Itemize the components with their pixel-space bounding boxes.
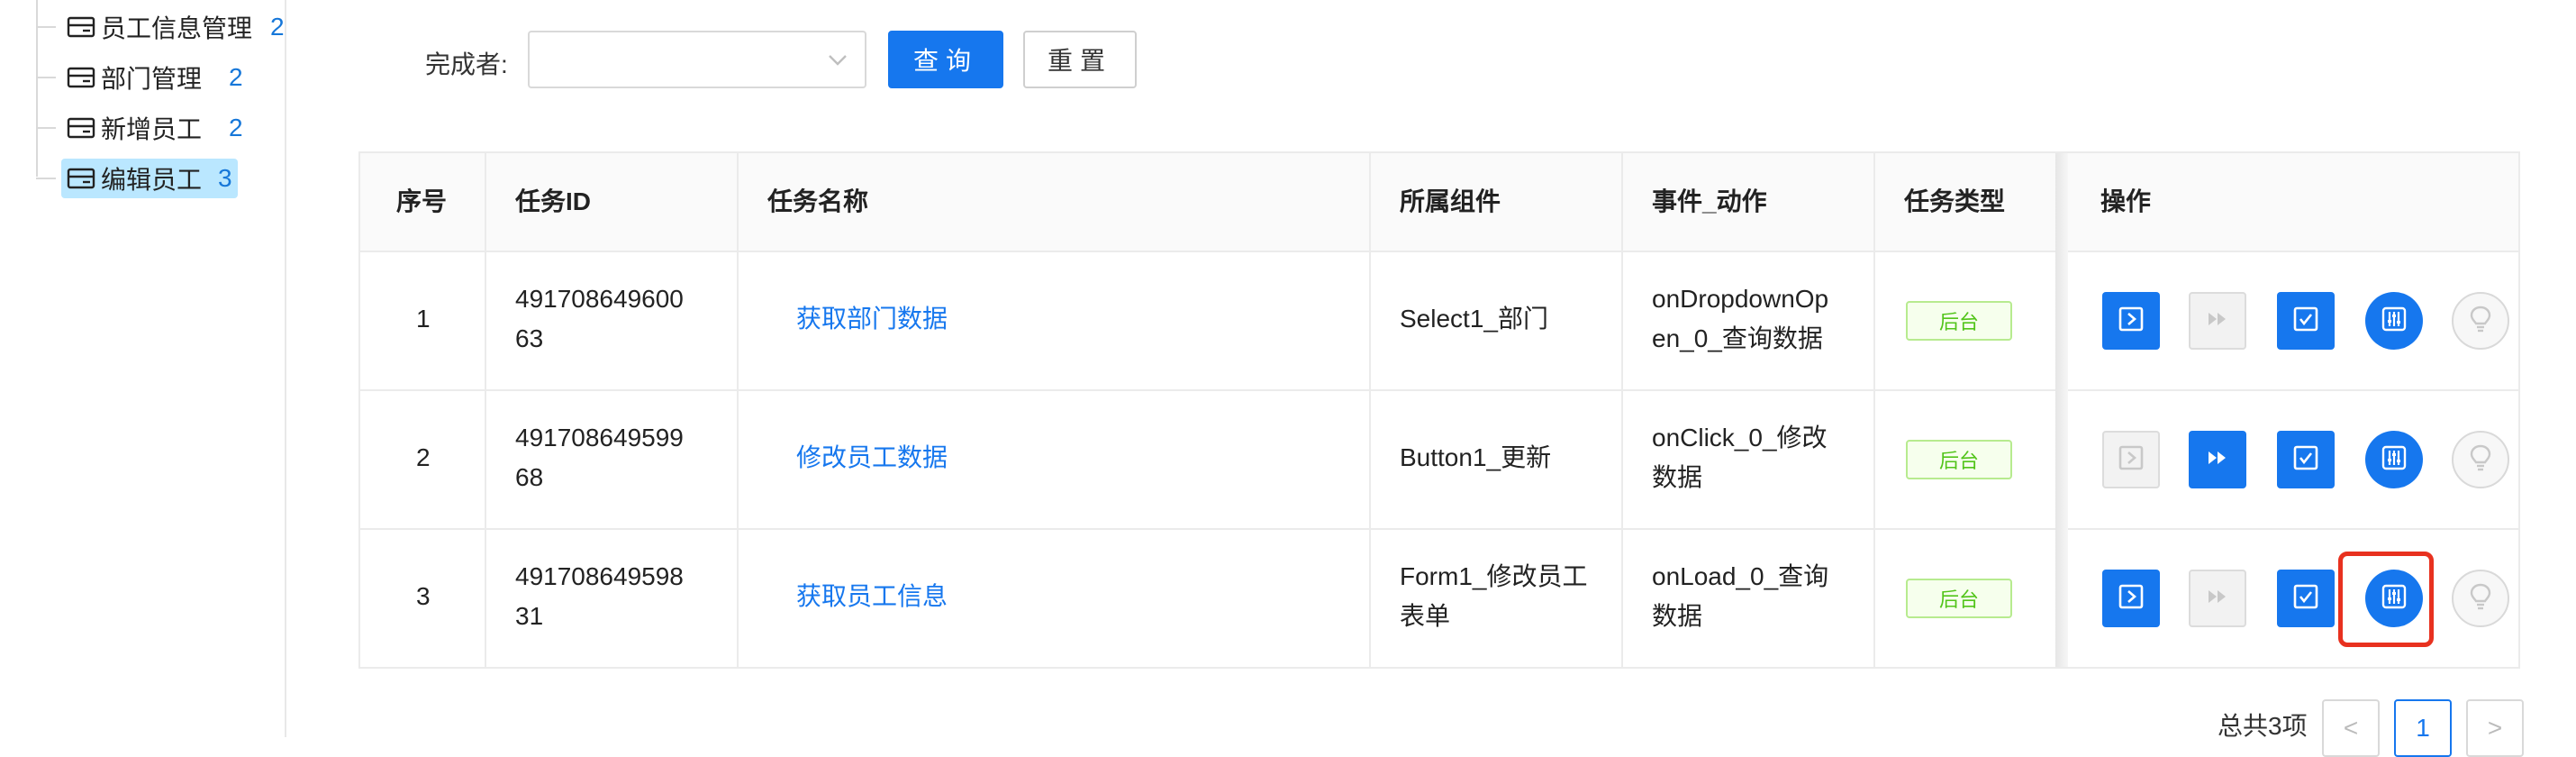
settings-sliders-icon [2381,306,2408,337]
fast-forward-icon [2206,449,2229,471]
fixed-column-shadow [2055,153,2068,667]
sidebar-tree: 员工信息管理 2 部门管理 2 新增员工 2 编辑员工 3 [0,0,286,737]
pagination-total: 总共3项 [2218,712,2308,740]
table-icon [67,117,95,139]
lightbulb-icon [2468,443,2493,477]
sidebar-item-label: 新增员工 [101,115,203,143]
row-event-line1: onLoad_0_查询 [1652,562,1829,590]
hint-button[interactable] [2452,431,2509,488]
row-component-line1: Form1_修改员工 [1400,562,1588,590]
sidebar-item-count: 3 [218,164,232,192]
header-component: 所属组件 [1400,187,1501,215]
row-task-name-link[interactable]: 获取员工信息 [796,577,948,616]
table-icon [67,16,95,38]
sidebar-item-department[interactable]: 部门管理 2 [36,56,243,99]
row-event-line2: en_0_查询数据 [1652,324,1823,352]
sidebar-item-label: 部门管理 [101,65,203,93]
run-icon [2118,583,2145,615]
sidebar-item-count: 2 [229,63,243,91]
row-task-id-line2: 31 [515,602,544,630]
run-icon [2118,306,2145,337]
highlight-box [2338,552,2434,647]
row-event-line1: onDropdownOp [1652,285,1829,313]
complete-button[interactable] [2277,292,2335,350]
settings-button[interactable] [2365,431,2423,488]
tree-node[interactable]: 员工信息管理 [61,7,258,47]
row-component-line2: 表单 [1400,602,1451,630]
sidebar-item-label: 编辑员工 [101,166,203,194]
sidebar-item-count: 2 [229,114,243,141]
row-event-line2: 数据 [1652,602,1703,630]
fast-forward-icon [2206,310,2229,333]
sidebar-item-employee-info[interactable]: 员工信息管理 2 [36,5,285,49]
header-task-name: 任务名称 [767,187,869,215]
run-button[interactable] [2102,431,2160,488]
header-index: 序号 [396,187,448,215]
lightbulb-icon [2468,305,2493,338]
table-icon [67,168,95,189]
row-task-id-line1: 491708649600 [515,285,684,313]
task-table: 序号 任务ID 任务名称 所属组件 事件_动作 任务类型 操作 1 491708… [358,151,2520,669]
row-index: 1 [416,305,431,333]
header-task-type: 任务类型 [1904,187,2006,215]
task-type-tag: 后台 [1906,440,2012,479]
pagination-page-1[interactable]: 1 [2394,699,2452,757]
header-task-id: 任务ID [515,187,592,215]
pagination-prev[interactable]: < [2322,699,2380,757]
chevron-down-icon [827,49,848,70]
row-index: 2 [416,443,431,471]
row-task-id-line1: 491708649599 [515,424,684,451]
row-component-line1: Select1_部门 [1400,305,1548,333]
task-type-tag: 后台 [1906,301,2012,341]
sidebar-item-count: 2 [270,13,285,41]
pagination-next[interactable]: > [2466,699,2524,757]
tree-node[interactable]: 部门管理 [61,58,207,97]
row-index: 3 [416,582,431,610]
tree-node[interactable]: 新增员工 [61,108,207,148]
row-task-name-link[interactable]: 获取部门数据 [796,299,948,339]
fast-forward-button[interactable] [2189,292,2246,350]
settings-sliders-icon [2381,444,2408,476]
row-task-id-line2: 63 [515,324,544,352]
row-event-line1: onClick_0_修改 [1652,424,1828,451]
task-type-tag: 后台 [1906,579,2012,618]
lightbulb-icon [2468,582,2493,616]
checkbox-icon [2292,583,2319,615]
sidebar-item-add-employee[interactable]: 新增员工 2 [36,106,243,150]
fast-forward-icon [2206,588,2229,610]
row-task-id-line1: 491708649598 [515,562,684,590]
fast-forward-button[interactable] [2189,570,2246,627]
hint-button[interactable] [2452,292,2509,350]
row-component-line1: Button1_更新 [1400,443,1552,471]
complete-button[interactable] [2277,570,2335,627]
complete-button[interactable] [2277,431,2335,488]
run-icon [2118,444,2145,476]
header-actions: 操作 [2100,187,2152,215]
run-button[interactable] [2102,292,2160,350]
completer-select[interactable] [528,31,866,88]
run-button[interactable] [2102,570,2160,627]
reset-button[interactable]: 重置 [1023,31,1137,88]
hint-button[interactable] [2452,570,2509,627]
fast-forward-button[interactable] [2189,431,2246,488]
row-task-name-link[interactable]: 修改员工数据 [796,438,948,478]
tree-node-selected[interactable]: 编辑员工 3 [61,159,238,198]
sidebar-divider [285,0,286,737]
sidebar-item-edit-employee[interactable]: 编辑员工 3 [36,157,238,200]
sidebar-item-label: 员工信息管理 [101,14,253,42]
settings-button[interactable] [2365,292,2423,350]
row-task-id-line2: 68 [515,463,544,491]
query-button[interactable]: 查询 [888,31,1003,88]
table-icon [67,67,95,88]
checkbox-icon [2292,444,2319,476]
checkbox-icon [2292,306,2319,337]
completer-filter-label: 完成者: [425,50,508,78]
row-event-line2: 数据 [1652,463,1703,491]
header-event-action: 事件_动作 [1652,187,1767,215]
